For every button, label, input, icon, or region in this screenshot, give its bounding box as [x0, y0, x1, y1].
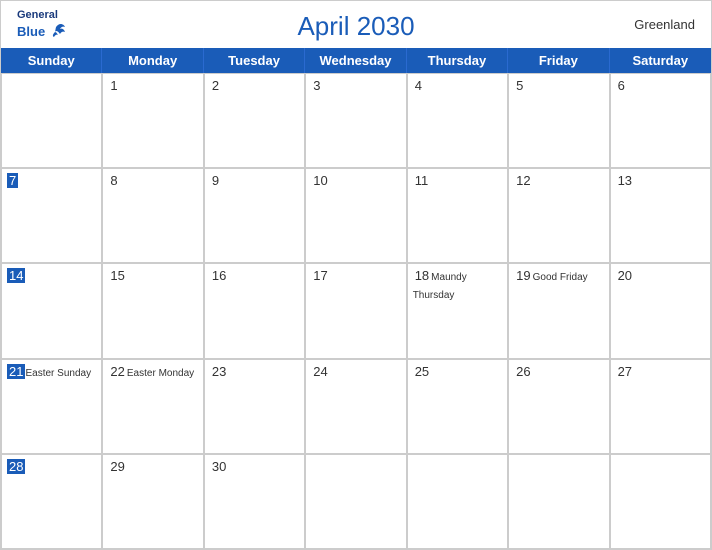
calendar-header: General Blue April 2030 Greenland [1, 1, 711, 48]
logo-general: General [17, 9, 58, 21]
cell-date: 10 [311, 173, 329, 188]
cell-date: 13 [616, 173, 634, 188]
cell-date: 17 [311, 268, 329, 283]
cell-date: 19 [514, 268, 532, 283]
cell-date: 23 [210, 364, 228, 379]
cell-date: 26 [514, 364, 532, 379]
calendar-cell-w1-d3: 10 [305, 168, 406, 263]
calendar-cell-w1-d4: 11 [407, 168, 508, 263]
calendar-cell-w1-d5: 12 [508, 168, 609, 263]
cell-date: 1 [108, 78, 119, 93]
calendar-cell-w4-d2: 30 [204, 454, 305, 549]
calendar-cell-w2-d0: 14 [1, 263, 102, 358]
cell-date: 24 [311, 364, 329, 379]
calendar-cell-w4-d3 [305, 454, 406, 549]
calendar-cell-w2-d2: 16 [204, 263, 305, 358]
cell-date: 3 [311, 78, 322, 93]
calendar-cell-w4-d5 [508, 454, 609, 549]
logo-bird-icon [47, 21, 69, 43]
cell-date: 27 [616, 364, 634, 379]
cell-date: 25 [413, 364, 431, 379]
cell-date: 15 [108, 268, 126, 283]
cell-date: 20 [616, 268, 634, 283]
cell-date: 8 [108, 173, 119, 188]
day-headers-row: Sunday Monday Tuesday Wednesday Thursday… [1, 48, 711, 73]
cell-date: 30 [210, 459, 228, 474]
day-header-tuesday: Tuesday [204, 48, 305, 73]
calendar-cell-w2-d3: 17 [305, 263, 406, 358]
calendar-cell-w2-d5: 19Good Friday [508, 263, 609, 358]
calendar-cell-w0-d0 [1, 73, 102, 168]
calendar-cell-w3-d6: 27 [610, 359, 711, 454]
day-header-sunday: Sunday [1, 48, 102, 73]
logo-blue: Blue [17, 25, 45, 39]
calendar-cell-w0-d4: 4 [407, 73, 508, 168]
calendar-cell-w2-d6: 20 [610, 263, 711, 358]
cell-date: 11 [413, 173, 431, 188]
month-title: April 2030 [297, 11, 414, 42]
cell-date: 6 [616, 78, 627, 93]
calendar-cell-w0-d3: 3 [305, 73, 406, 168]
calendar-cell-w4-d6 [610, 454, 711, 549]
cell-date: 22 [108, 364, 126, 379]
calendar-cell-w1-d0: 7 [1, 168, 102, 263]
cell-date: 4 [413, 78, 424, 93]
calendar-cell-w3-d3: 24 [305, 359, 406, 454]
calendar-cell-w0-d2: 2 [204, 73, 305, 168]
cell-date: 7 [7, 173, 18, 188]
cell-date: 12 [514, 173, 532, 188]
calendar-cell-w2-d1: 15 [102, 263, 203, 358]
cell-date: 28 [7, 459, 25, 474]
cell-date: 9 [210, 173, 221, 188]
calendar-cell-w4-d0: 28 [1, 454, 102, 549]
calendar-cell-w3-d5: 26 [508, 359, 609, 454]
calendar-cell-w3-d4: 25 [407, 359, 508, 454]
day-header-monday: Monday [102, 48, 203, 73]
cell-date: 5 [514, 78, 525, 93]
calendar-cell-w3-d2: 23 [204, 359, 305, 454]
day-header-saturday: Saturday [610, 48, 711, 73]
cell-date: 18 [413, 268, 431, 283]
country-label: Greenland [634, 17, 695, 32]
day-header-wednesday: Wednesday [305, 48, 406, 73]
calendar-cell-w1-d2: 9 [204, 168, 305, 263]
calendar-cell-w2-d4: 18Maundy Thursday [407, 263, 508, 358]
cell-event: Easter Monday [127, 368, 194, 379]
day-header-friday: Friday [508, 48, 609, 73]
cell-date: 29 [108, 459, 126, 474]
cell-date: 14 [7, 268, 25, 283]
logo: General Blue [17, 9, 69, 43]
calendar-cell-w0-d1: 1 [102, 73, 203, 168]
calendar-cell-w4-d1: 29 [102, 454, 203, 549]
day-header-thursday: Thursday [407, 48, 508, 73]
calendar-cell-w0-d6: 6 [610, 73, 711, 168]
cell-date: 2 [210, 78, 221, 93]
calendar-cell-w4-d4 [407, 454, 508, 549]
cell-date: 16 [210, 268, 228, 283]
calendar-container: General Blue April 2030 Greenland Sunday… [0, 0, 712, 550]
calendar-grid: 123456789101112131415161718Maundy Thursd… [1, 73, 711, 549]
calendar-cell-w1-d6: 13 [610, 168, 711, 263]
calendar-cell-w0-d5: 5 [508, 73, 609, 168]
cell-event: Easter Sunday [25, 368, 91, 379]
calendar-cell-w3-d1: 22Easter Monday [102, 359, 203, 454]
calendar-cell-w3-d0: 21Easter Sunday [1, 359, 102, 454]
calendar-cell-w1-d1: 8 [102, 168, 203, 263]
cell-date: 21 [7, 364, 25, 379]
cell-event: Good Friday [533, 272, 588, 283]
